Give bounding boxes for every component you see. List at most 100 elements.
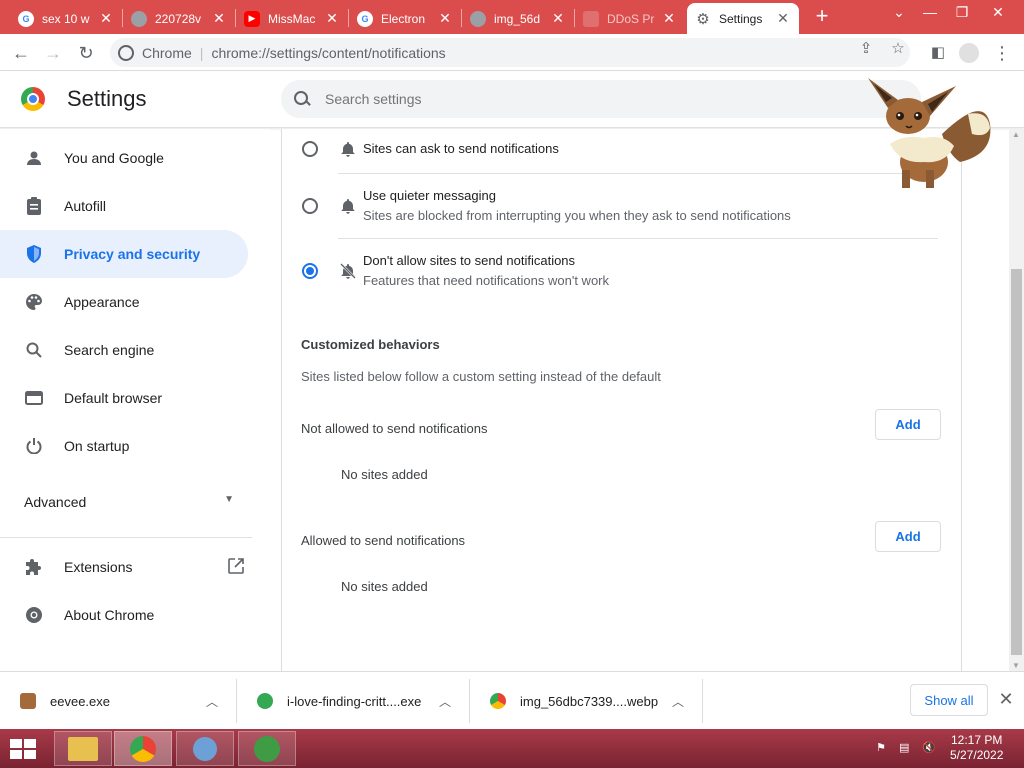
chevron-up-icon[interactable]: ︿: [435, 693, 455, 710]
chevron-up-icon[interactable]: ︿: [668, 693, 688, 710]
sidebar-item-label: You and Google: [64, 150, 164, 166]
flag-icon[interactable]: ⚑: [876, 741, 890, 755]
share-icon[interactable]: ⇪: [856, 39, 876, 57]
bookmark-star-icon[interactable]: ☆: [888, 39, 908, 57]
more-menu-icon[interactable]: ⋮: [990, 41, 1014, 65]
row-divider: [338, 173, 938, 174]
not-allowed-label: Not allowed to send notifications: [301, 421, 488, 436]
advanced-toggle[interactable]: Advanced ▼: [24, 494, 234, 510]
taskbar-green-app[interactable]: [238, 731, 296, 766]
option-subtitle: Sites are blocked from interrupting you …: [363, 208, 791, 223]
url-text[interactable]: chrome://settings/content/notifications: [211, 45, 445, 61]
sidebar-item-label: Search engine: [64, 342, 155, 358]
tab-title: Settings: [719, 11, 763, 26]
close-icon[interactable]: ✕: [324, 10, 340, 27]
volume-muted-icon[interactable]: 🔇: [922, 741, 936, 755]
tab-1[interactable]: G sex 10 w ✕: [10, 3, 122, 34]
add-not-allowed-button[interactable]: Add: [875, 409, 941, 440]
download-item[interactable]: eevee.exe ︿: [0, 679, 237, 723]
settings-search[interactable]: [281, 80, 921, 118]
open-external-icon: [228, 557, 244, 577]
close-icon[interactable]: ✕: [550, 10, 566, 27]
sidebar-item-label: About Chrome: [64, 607, 155, 623]
tab-2[interactable]: 220728v ✕: [123, 3, 235, 34]
close-window-button[interactable]: ✕: [986, 4, 1010, 21]
globe-icon: [131, 10, 147, 27]
search-input[interactable]: [325, 91, 825, 107]
sidebar-item-about-chrome[interactable]: About Chrome: [0, 591, 248, 639]
clipboard-icon: [24, 196, 44, 216]
close-icon[interactable]: ✕: [996, 689, 1016, 710]
radio-quieter-messaging[interactable]: [302, 198, 318, 214]
search-icon: [24, 340, 44, 360]
sidebar-item-appearance[interactable]: Appearance: [0, 278, 248, 326]
chrome-logo-icon: [21, 87, 45, 111]
tab-6[interactable]: DDoS Pr ✕: [575, 3, 685, 34]
folder-icon: [68, 736, 98, 761]
scroll-thumb[interactable]: [1011, 269, 1022, 655]
tab-settings[interactable]: ⚙ Settings ✕: [687, 3, 799, 34]
restore-button[interactable]: ❐: [950, 4, 974, 21]
download-item[interactable]: i-love-finding-critt....exe ︿: [237, 679, 470, 723]
download-filename: img_56dbc7339....webp: [520, 693, 659, 709]
sidebar-item-default-browser[interactable]: Default browser: [0, 374, 248, 422]
no-sites-message: No sites added: [341, 579, 428, 594]
sidebar-item-you-and-google[interactable]: You and Google: [0, 134, 248, 182]
sidebar-item-on-startup[interactable]: On startup: [0, 422, 248, 470]
chevron-down-icon: ▼: [224, 494, 234, 505]
download-filename: i-love-finding-critt....exe: [287, 693, 422, 709]
omnibox-divider: |: [199, 44, 204, 61]
close-icon[interactable]: ✕: [437, 10, 453, 27]
scroll-up-icon[interactable]: ▲: [1012, 130, 1020, 139]
clock-time: 12:17 PM: [951, 733, 1003, 747]
minimize-button[interactable]: —: [918, 4, 942, 20]
forward-button[interactable]: →: [41, 41, 65, 65]
browser-icon: [24, 388, 44, 408]
close-icon[interactable]: ✕: [98, 10, 114, 27]
close-icon[interactable]: ✕: [211, 10, 227, 27]
shield-icon: [24, 244, 44, 264]
scroll-down-icon[interactable]: ▼: [1012, 661, 1020, 670]
network-icon[interactable]: ▤: [899, 741, 913, 755]
system-clock[interactable]: 12:17 PM 5/27/2022: [950, 733, 1003, 763]
advanced-label: Advanced: [24, 494, 87, 510]
taskbar-installer[interactable]: [176, 731, 234, 766]
reload-button[interactable]: ↻: [74, 41, 98, 65]
close-icon[interactable]: ✕: [661, 10, 677, 27]
taskbar-chrome[interactable]: [114, 731, 172, 766]
radio-dont-allow[interactable]: [302, 263, 318, 279]
tab-5[interactable]: img_56d ✕: [462, 3, 574, 34]
chevron-up-icon[interactable]: ︿: [202, 693, 222, 710]
address-bar[interactable]: Chrome | chrome://settings/content/notif…: [110, 38, 910, 67]
radio-sites-can-ask[interactable]: [302, 141, 318, 157]
windows-start-icon[interactable]: [8, 737, 38, 761]
installer-icon: [193, 736, 217, 761]
side-panel-icon[interactable]: ◧: [926, 41, 950, 65]
profile-avatar[interactable]: [957, 41, 981, 65]
show-all-downloads-button[interactable]: Show all: [910, 684, 988, 716]
back-button[interactable]: ←: [9, 41, 33, 65]
blank-page-icon: [583, 10, 599, 27]
tab-title: Electron: [381, 11, 426, 26]
sidebar-item-extensions[interactable]: Extensions: [0, 543, 258, 591]
chrome-outline-icon: [24, 605, 44, 625]
taskbar-file-explorer[interactable]: [54, 731, 112, 766]
palette-icon: [24, 292, 44, 312]
green-play-icon: [257, 693, 273, 709]
sidebar-item-privacy[interactable]: Privacy and security: [0, 230, 248, 278]
sidebar: You and Google Autofill Privacy and secu…: [0, 129, 270, 671]
tab-search-icon[interactable]: ⌄: [887, 4, 911, 21]
sidebar-item-search-engine[interactable]: Search engine: [0, 326, 248, 374]
close-icon[interactable]: ✕: [775, 10, 791, 27]
tab-3[interactable]: ▶ MissMac ✕: [236, 3, 348, 34]
scrollbar[interactable]: ▲ ▼: [1009, 129, 1024, 671]
green-play-icon: [254, 735, 280, 762]
download-item[interactable]: img_56dbc7339....webp ︿: [470, 679, 703, 723]
sidebar-item-label: Extensions: [64, 559, 133, 575]
sidebar-item-autofill[interactable]: Autofill: [0, 182, 248, 230]
new-tab-button[interactable]: +: [811, 5, 833, 28]
option-title: Sites can ask to send notifications: [363, 141, 559, 156]
add-allowed-button[interactable]: Add: [875, 521, 941, 552]
tab-4[interactable]: G Electron ✕: [349, 3, 461, 34]
sidebar-item-label: Appearance: [64, 294, 140, 310]
